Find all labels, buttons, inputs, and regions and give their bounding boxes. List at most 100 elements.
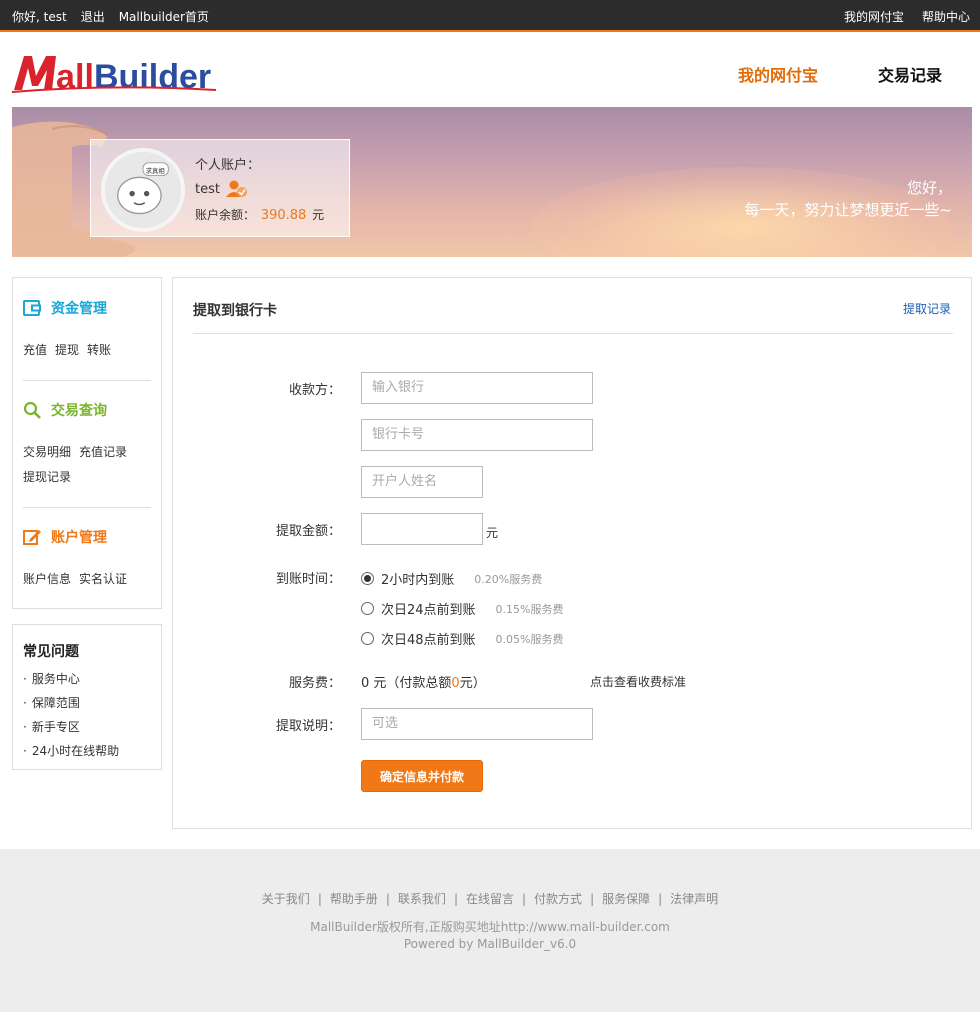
my-wallet-link[interactable]: 我的网付宝	[844, 8, 904, 25]
sidebar-item-withdraw[interactable]: 提现	[55, 343, 79, 357]
query-title[interactable]: 交易查询	[51, 400, 107, 420]
footer-link-legal[interactable]: 法律声明	[670, 892, 718, 906]
footer-link-payment[interactable]: 付款方式	[534, 892, 582, 906]
username: test	[195, 181, 220, 197]
faq-item[interactable]: 新手专区	[23, 715, 119, 739]
sidebar-item-withdraw-records[interactable]: 提现记录	[23, 470, 71, 484]
edit-icon	[23, 530, 41, 545]
footer-separator: |	[385, 892, 390, 906]
copyright-text: MallBuilder版权所有,正版购买地址http://www.mall-bu…	[310, 920, 670, 934]
sidebar-item-verification[interactable]: 实名认证	[79, 572, 127, 586]
faq-item[interactable]: 服务中心	[23, 667, 119, 691]
faq-item[interactable]: 24小时在线帮助	[23, 739, 119, 763]
sidebar-item-transaction-details[interactable]: 交易明细	[23, 445, 71, 459]
footer-separator: |	[317, 892, 322, 906]
funds-title[interactable]: 资金管理	[51, 298, 107, 318]
card-number-input[interactable]: 银行卡号	[361, 419, 593, 451]
withdraw-records-link[interactable]: 提取记录	[903, 300, 951, 317]
option-2h-label: 2小时内到账	[381, 573, 455, 588]
faq-title: 常见问题	[23, 644, 79, 660]
bank-input[interactable]: 输入银行	[361, 372, 593, 404]
main-nav: 我的网付宝 交易记录	[738, 62, 942, 86]
logout-link[interactable]: 退出	[81, 8, 105, 25]
fee-suffix: 元）	[459, 676, 486, 691]
nav-transactions[interactable]: 交易记录	[878, 62, 942, 86]
footer-separator: |	[522, 892, 527, 906]
option-2h[interactable]: 2小时内到账 0.20%服务费	[361, 569, 542, 588]
note-input[interactable]: 可选	[361, 708, 593, 740]
radio-2h[interactable]	[361, 572, 374, 585]
option-48h-label: 次日48点前到账	[381, 633, 476, 648]
funds-section: 资金管理 充值 提现 转账	[23, 298, 153, 363]
help-center-link[interactable]: 帮助中心	[922, 8, 970, 25]
account-title[interactable]: 账户管理	[51, 527, 107, 547]
option-24h[interactable]: 次日24点前到账 0.15%服务费	[361, 599, 564, 618]
home-link[interactable]: Mallbuilder首页	[119, 8, 209, 25]
account-card: 求真相 个人账户： test 账户余额： 390.88 元	[90, 139, 350, 237]
option-24h-fee: 0.15%服务费	[495, 602, 564, 616]
footer-link-message[interactable]: 在线留言	[466, 892, 514, 906]
withdraw-panel: 提取到银行卡 提取记录 收款方： 输入银行 银行卡号 开户人姓名 提取金额： 元…	[172, 277, 972, 829]
user-row: test	[195, 180, 248, 198]
payee-label: 收款方：	[288, 383, 341, 398]
amount-unit: 元	[486, 526, 499, 540]
option-24h-label: 次日24点前到账	[381, 603, 476, 618]
faq-item[interactable]: 保障范围	[23, 691, 119, 715]
balance-row: 账户余额： 390.88 元	[195, 206, 324, 223]
fee-text: 0 元（付款总额	[361, 676, 452, 691]
account-section: 账户管理 账户信息 实名认证	[23, 527, 153, 592]
footer-link-about[interactable]: 关于我们	[262, 892, 310, 906]
account-label: 个人账户：	[195, 158, 261, 173]
sidebar-item-account-info[interactable]: 账户信息	[23, 572, 71, 586]
footer-links: 关于我们 | 帮助手册 | 联系我们 | 在线留言 | 付款方式 | 服务保障 | 法律声明	[0, 890, 980, 907]
footer-link-guarantee[interactable]: 服务保障	[602, 892, 650, 906]
header: a ll Builder 我的网付宝 交易记录	[0, 32, 980, 106]
account-holder-input[interactable]: 开户人姓名	[361, 466, 483, 498]
radio-48h[interactable]	[361, 632, 374, 645]
fee-total: 0	[451, 676, 460, 691]
option-2h-fee: 0.20%服务费	[474, 572, 543, 586]
sidebar-item-transfer[interactable]: 转账	[87, 343, 111, 357]
arrival-time-label: 到账时间：	[275, 572, 341, 587]
fee-standard-link[interactable]: 点击查看收费标准	[590, 673, 686, 690]
greeting-line-2: 每一天，努力让梦想更近一些~	[744, 201, 952, 219]
footer-link-manual[interactable]: 帮助手册	[330, 892, 378, 906]
option-48h-fee: 0.05%服务费	[495, 632, 564, 646]
footer-separator: |	[658, 892, 663, 906]
balance-unit: 元	[312, 208, 325, 222]
mallbuilder-logo[interactable]: a ll Builder	[12, 50, 218, 94]
greeting-message: 您好， 每一天，努力让梦想更近一些~	[744, 177, 952, 221]
radio-24h[interactable]	[361, 602, 374, 615]
footer: 关于我们 | 帮助手册 | 联系我们 | 在线留言 | 付款方式 | 服务保障 | 法律声明 MallB…	[0, 849, 980, 1012]
amount-input[interactable]	[361, 513, 483, 545]
service-fee-value: 0 元（付款总额0元）	[361, 672, 486, 691]
nav-my-wallet[interactable]: 我的网付宝	[738, 62, 818, 86]
user-verified-icon	[225, 180, 247, 197]
balance-label: 账户余额：	[195, 208, 256, 222]
sidebar-divider	[23, 380, 151, 381]
top-bar: 你好, test 退出 Mallbuilder首页 我的网付宝 帮助中心	[0, 0, 980, 32]
footer-separator: |	[590, 892, 595, 906]
svg-text:求真相: 求真相	[146, 166, 165, 175]
copyright: MallBuilder版权所有,正版购买地址http://www.mall-bu…	[0, 919, 980, 953]
sidebar-divider	[23, 507, 151, 508]
footer-link-contact[interactable]: 联系我们	[398, 892, 446, 906]
query-section: 交易查询 交易明细 充值记录 提现记录	[23, 400, 153, 490]
service-fee-label: 服务费：	[288, 676, 341, 691]
confirm-pay-button[interactable]: 确定信息并付款	[361, 760, 483, 792]
option-48h[interactable]: 次日48点前到账 0.05%服务费	[361, 629, 564, 648]
title-divider	[193, 333, 953, 334]
sidebar-item-recharge[interactable]: 充值	[23, 343, 47, 357]
powered-by: Powered by MallBuilder_v6.0	[403, 937, 577, 951]
page-title: 提取到银行卡	[193, 303, 277, 319]
greeting-text: 你好, test	[12, 10, 67, 24]
note-label: 提取说明：	[275, 719, 341, 734]
sidebar-item-recharge-records[interactable]: 充值记录	[79, 445, 127, 459]
faq-box: 常见问题 服务中心 保障范围 新手专区 24小时在线帮助	[12, 624, 162, 770]
account-banner: 求真相 个人账户： test 账户余额： 390.88 元 您好， 每一天，努力…	[12, 107, 972, 257]
footer-separator: |	[453, 892, 458, 906]
sidebar: 资金管理 充值 提现 转账 交易查询 交易明细 充值记录 提现记录 账户管理 账…	[12, 277, 162, 609]
amount-label: 提取金额：	[275, 524, 341, 539]
greeting-line-1: 您好，	[906, 179, 952, 197]
avatar[interactable]: 求真相	[101, 148, 185, 232]
